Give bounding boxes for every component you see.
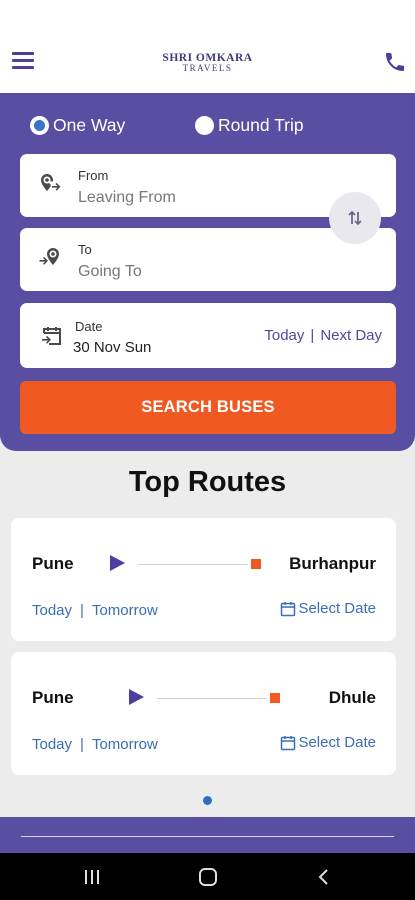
route-tomorrow-link[interactable]: Tomorrow: [92, 736, 158, 753]
home-icon[interactable]: [196, 865, 220, 889]
search-buses-button[interactable]: SEARCH BUSES: [20, 381, 396, 434]
route-quick-links: Today | Tomorrow: [32, 602, 158, 619]
from-label: From: [78, 168, 109, 183]
route-card[interactable]: Pune Dhule Today | Tomorrow Select Date: [11, 652, 396, 775]
route-line: [157, 698, 267, 699]
location-depart-icon: [38, 172, 62, 196]
radio-unchecked-icon: [195, 116, 214, 135]
route-from: Pune: [32, 688, 74, 707]
date-quick-select: Today | Next Day: [264, 327, 382, 344]
separator: |: [80, 602, 84, 619]
round-trip-label: Round Trip: [218, 115, 304, 135]
route-select-date[interactable]: Select Date: [280, 734, 376, 751]
route-from: Pune: [32, 554, 74, 573]
route-to: Dhule: [328, 688, 376, 707]
route-card[interactable]: Pune Burhanpur Today | Tomorrow Select Dat…: [11, 518, 396, 641]
calendar-icon: [281, 735, 296, 750]
calendar-icon: [281, 601, 296, 616]
footer-divider: [21, 836, 394, 837]
arrive-square-icon: [270, 693, 280, 703]
recent-apps-icon[interactable]: [80, 865, 104, 889]
location-arrive-icon: [38, 246, 62, 270]
depart-play-icon: [129, 689, 144, 705]
from-placeholder: Leaving From: [78, 189, 176, 206]
app-header: SHRI OMKARA TRAVELS: [0, 0, 415, 93]
one-way-radio[interactable]: One Way: [30, 115, 125, 136]
select-date-label: Select Date: [298, 600, 376, 617]
one-way-label: One Way: [53, 115, 126, 135]
swap-icon: [348, 210, 362, 226]
round-trip-radio[interactable]: Round Trip: [195, 115, 304, 136]
route-today-link[interactable]: Today: [32, 602, 72, 619]
search-panel: One Way Round Trip From Leaving From To …: [0, 93, 415, 451]
next-day-link[interactable]: Next Day: [320, 327, 382, 344]
swap-locations-button[interactable]: [329, 192, 381, 244]
footer-bar: [0, 817, 415, 853]
depart-play-icon: [110, 555, 125, 571]
arrive-square-icon: [251, 559, 261, 569]
today-link[interactable]: Today: [264, 327, 304, 344]
route-today-link[interactable]: Today: [32, 736, 72, 753]
route-select-date[interactable]: Select Date: [280, 600, 376, 617]
to-placeholder: Going To: [78, 263, 142, 280]
app-logo: SHRI OMKARA TRAVELS: [0, 52, 415, 73]
date-value: 30 Nov Sun: [73, 339, 152, 356]
separator: |: [310, 327, 315, 344]
system-nav-bar: [0, 853, 415, 900]
date-field[interactable]: Date 30 Nov Sun Today | Next Day: [20, 303, 396, 368]
phone-icon[interactable]: [383, 50, 407, 74]
select-date-label: Select Date: [298, 734, 376, 751]
route-line: [138, 564, 248, 565]
radio-checked-icon: [30, 116, 49, 135]
route-tomorrow-link[interactable]: Tomorrow: [92, 602, 158, 619]
calendar-arrow-icon: [40, 324, 64, 348]
logo-subtitle: TRAVELS: [182, 63, 233, 73]
back-icon[interactable]: [312, 865, 336, 889]
trip-type-group: One Way Round Trip: [30, 115, 304, 136]
date-label: Date: [75, 319, 103, 334]
pagination-dot[interactable]: [203, 796, 212, 805]
to-label: To: [78, 242, 92, 257]
route-quick-links: Today | Tomorrow: [32, 736, 158, 753]
top-routes-title: Top Routes: [128, 466, 287, 498]
separator: |: [80, 736, 84, 753]
route-to: Burhanpur: [289, 554, 376, 573]
